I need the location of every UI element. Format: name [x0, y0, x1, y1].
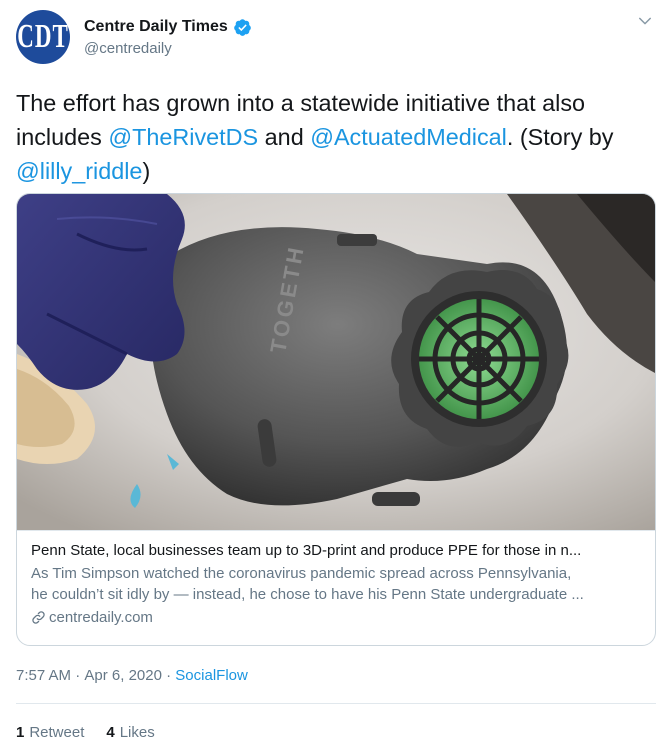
chevron-down-icon[interactable]	[636, 12, 654, 30]
tweet-text-segment: . (Story by	[506, 124, 614, 150]
card-title[interactable]: Penn State, local businesses team up to …	[31, 541, 643, 560]
retweets-stat[interactable]: 1 Retweet	[16, 724, 84, 741]
meta-separator: ·	[161, 666, 176, 684]
retweets-label: Retweet	[29, 723, 85, 741]
link-icon	[32, 611, 45, 624]
tweet-text: The effort has grown into a statewide in…	[16, 86, 656, 188]
verified-badge-icon	[233, 18, 251, 36]
mention-link[interactable]: @lilly_riddle	[16, 158, 142, 184]
display-name-row: Centre Daily Times	[84, 16, 252, 38]
avatar-logo-text: CDT	[17, 18, 69, 55]
tweet-meta: 7:57 AM · Apr 6, 2020 · SocialFlow	[16, 664, 248, 686]
tweet-time[interactable]: 7:57 AM	[16, 667, 71, 684]
display-name[interactable]: Centre Daily Times	[84, 18, 228, 36]
link-preview-card[interactable]: TOGETH Penn State, local businesses team…	[16, 193, 656, 646]
handle[interactable]: @centredaily	[84, 40, 252, 57]
card-description-line: he couldn’t sit idly by — instead, he ch…	[31, 586, 584, 603]
tweet-source-link[interactable]: SocialFlow	[175, 667, 248, 684]
meta-separator: ·	[71, 666, 85, 684]
respirator-mask-photo: TOGETH	[17, 194, 655, 530]
card-body: Penn State, local businesses team up to …	[17, 530, 655, 645]
card-image[interactable]: TOGETH	[17, 194, 655, 530]
tweet-text-segment: and	[258, 124, 311, 150]
card-domain: centredaily.com	[49, 609, 153, 626]
card-description-line: As Tim Simpson watched the coronavirus p…	[31, 565, 572, 582]
divider	[16, 703, 656, 704]
card-domain-link[interactable]: centredaily.com	[31, 609, 643, 626]
mention-link[interactable]: @ActuatedMedical	[310, 124, 507, 150]
likes-count: 4	[106, 723, 115, 741]
retweets-count: 1	[16, 723, 25, 741]
account-names: Centre Daily Times @centredaily	[84, 16, 252, 57]
tweet-date[interactable]: Apr 6, 2020	[84, 667, 162, 684]
tweet-header: CDT Centre Daily Times @centredaily	[16, 10, 658, 64]
likes-stat[interactable]: 4 Likes	[106, 724, 154, 741]
tweet-stats: 1 Retweet 4 Likes	[16, 721, 177, 743]
card-description: As Tim Simpson watched the coronavirus p…	[31, 563, 643, 605]
likes-label: Likes	[119, 723, 155, 741]
avatar[interactable]: CDT	[16, 10, 70, 64]
tweet-text-segment: )	[142, 158, 151, 184]
mention-link[interactable]: @TheRivetDS	[108, 124, 258, 150]
